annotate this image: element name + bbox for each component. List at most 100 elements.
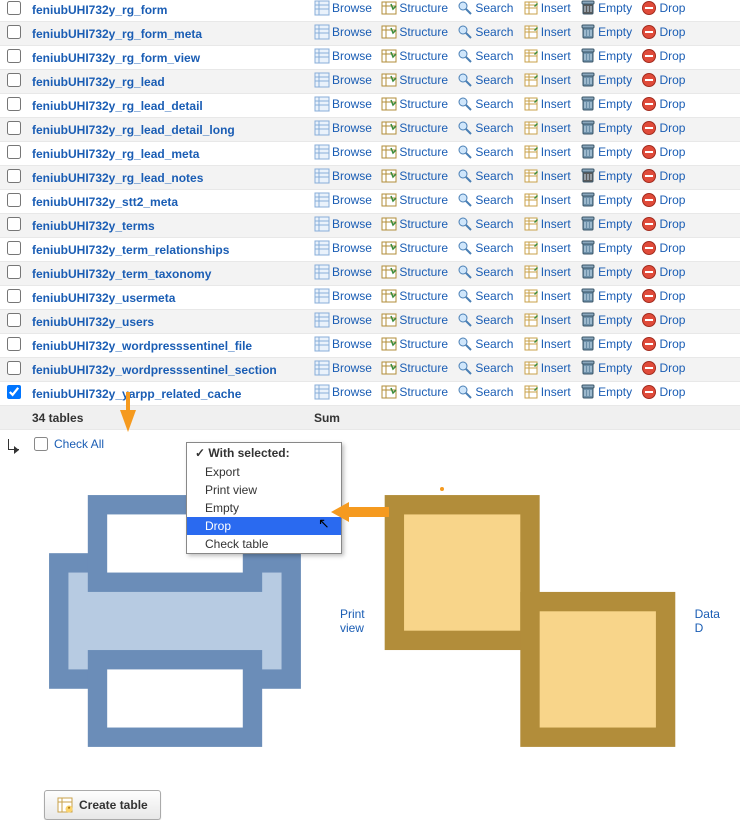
browse-action[interactable]: Browse [314, 120, 372, 136]
empty-action[interactable]: Empty [580, 288, 632, 304]
row-checkbox[interactable] [7, 289, 21, 303]
row-checkbox[interactable] [7, 49, 21, 63]
search-action[interactable]: Search [457, 384, 513, 400]
browse-action[interactable]: Browse [314, 288, 372, 304]
browse-action[interactable]: Browse [314, 72, 372, 88]
browse-action[interactable]: Browse [314, 48, 372, 64]
drop-action[interactable]: Drop [641, 288, 685, 304]
row-checkbox[interactable] [7, 337, 21, 351]
drop-action[interactable]: Drop [641, 216, 685, 232]
structure-action[interactable]: Structure [381, 312, 448, 328]
table-link[interactable]: feniubUHI732y_rg_lead_notes [32, 171, 203, 185]
drop-action[interactable]: Drop [641, 24, 685, 40]
structure-action[interactable]: Structure [381, 0, 448, 16]
structure-action[interactable]: Structure [381, 264, 448, 280]
insert-action[interactable]: Insert [523, 240, 571, 256]
insert-action[interactable]: Insert [523, 312, 571, 328]
empty-action[interactable]: Empty [580, 192, 632, 208]
browse-action[interactable]: Browse [314, 264, 372, 280]
structure-action[interactable]: Structure [381, 360, 448, 376]
data-dictionary-link[interactable]: Data D [695, 607, 720, 635]
empty-action[interactable]: Empty [580, 0, 632, 16]
insert-action[interactable]: Insert [523, 288, 571, 304]
print-view-link[interactable]: Print view [340, 607, 365, 635]
row-checkbox[interactable] [7, 145, 21, 159]
empty-action[interactable]: Empty [580, 216, 632, 232]
row-checkbox[interactable] [7, 313, 21, 327]
with-selected-dropdown[interactable]: With selected: ExportPrint viewEmptyDrop… [186, 442, 342, 554]
table-link[interactable]: feniubUHI732y_wordpresssentinel_file [32, 339, 252, 353]
search-action[interactable]: Search [457, 216, 513, 232]
drop-action[interactable]: Drop [641, 240, 685, 256]
empty-action[interactable]: Empty [580, 240, 632, 256]
structure-action[interactable]: Structure [381, 216, 448, 232]
row-checkbox[interactable] [7, 193, 21, 207]
browse-action[interactable]: Browse [314, 384, 372, 400]
row-checkbox[interactable] [7, 73, 21, 87]
empty-action[interactable]: Empty [580, 312, 632, 328]
browse-action[interactable]: Browse [314, 0, 372, 16]
insert-action[interactable]: Insert [523, 96, 571, 112]
table-link[interactable]: feniubUHI732y_rg_lead_meta [32, 147, 199, 161]
table-link[interactable]: feniubUHI732y_term_taxonomy [32, 267, 211, 281]
row-checkbox[interactable] [7, 361, 21, 375]
table-link[interactable]: feniubUHI732y_wordpresssentinel_section [32, 363, 277, 377]
structure-action[interactable]: Structure [381, 384, 448, 400]
structure-action[interactable]: Structure [381, 240, 448, 256]
row-checkbox[interactable] [7, 121, 21, 135]
empty-action[interactable]: Empty [580, 72, 632, 88]
table-link[interactable]: feniubUHI732y_rg_form_view [32, 51, 200, 65]
search-action[interactable]: Search [457, 360, 513, 376]
search-action[interactable]: Search [457, 72, 513, 88]
insert-action[interactable]: Insert [523, 264, 571, 280]
structure-action[interactable]: Structure [381, 48, 448, 64]
insert-action[interactable]: Insert [523, 216, 571, 232]
drop-action[interactable]: Drop [641, 96, 685, 112]
browse-action[interactable]: Browse [314, 240, 372, 256]
search-action[interactable]: Search [457, 0, 513, 16]
insert-action[interactable]: Insert [523, 336, 571, 352]
drop-action[interactable]: Drop [641, 192, 685, 208]
table-link[interactable]: feniubUHI732y_users [32, 315, 154, 329]
row-checkbox[interactable] [7, 97, 21, 111]
browse-action[interactable]: Browse [314, 192, 372, 208]
insert-action[interactable]: Insert [523, 384, 571, 400]
structure-action[interactable]: Structure [381, 288, 448, 304]
empty-action[interactable]: Empty [580, 384, 632, 400]
drop-action[interactable]: Drop [641, 120, 685, 136]
structure-action[interactable]: Structure [381, 192, 448, 208]
empty-action[interactable]: Empty [580, 336, 632, 352]
table-link[interactable]: feniubUHI732y_rg_lead_detail [32, 99, 203, 113]
insert-action[interactable]: Insert [523, 24, 571, 40]
structure-action[interactable]: Structure [381, 120, 448, 136]
structure-action[interactable]: Structure [381, 24, 448, 40]
search-action[interactable]: Search [457, 264, 513, 280]
drop-action[interactable]: Drop [641, 312, 685, 328]
table-link[interactable]: feniubUHI732y_usermeta [32, 291, 175, 305]
empty-action[interactable]: Empty [580, 360, 632, 376]
drop-action[interactable]: Drop [641, 48, 685, 64]
search-action[interactable]: Search [457, 240, 513, 256]
check-all-link[interactable]: Check All [54, 437, 104, 451]
drop-action[interactable]: Drop [641, 360, 685, 376]
search-action[interactable]: Search [457, 144, 513, 160]
search-action[interactable]: Search [457, 288, 513, 304]
row-checkbox[interactable] [7, 169, 21, 183]
insert-action[interactable]: Insert [523, 168, 571, 184]
row-checkbox[interactable] [7, 25, 21, 39]
insert-action[interactable]: Insert [523, 144, 571, 160]
browse-action[interactable]: Browse [314, 96, 372, 112]
insert-action[interactable]: Insert [523, 360, 571, 376]
browse-action[interactable]: Browse [314, 360, 372, 376]
browse-action[interactable]: Browse [314, 144, 372, 160]
drop-action[interactable]: Drop [641, 168, 685, 184]
row-checkbox[interactable] [7, 241, 21, 255]
table-link[interactable]: feniubUHI732y_stt2_meta [32, 195, 178, 209]
structure-action[interactable]: Structure [381, 336, 448, 352]
table-link[interactable]: feniubUHI732y_terms [32, 219, 155, 233]
drop-action[interactable]: Drop [641, 144, 685, 160]
drop-action[interactable]: Drop [641, 384, 685, 400]
empty-action[interactable]: Empty [580, 144, 632, 160]
insert-action[interactable]: Insert [523, 72, 571, 88]
structure-action[interactable]: Structure [381, 144, 448, 160]
